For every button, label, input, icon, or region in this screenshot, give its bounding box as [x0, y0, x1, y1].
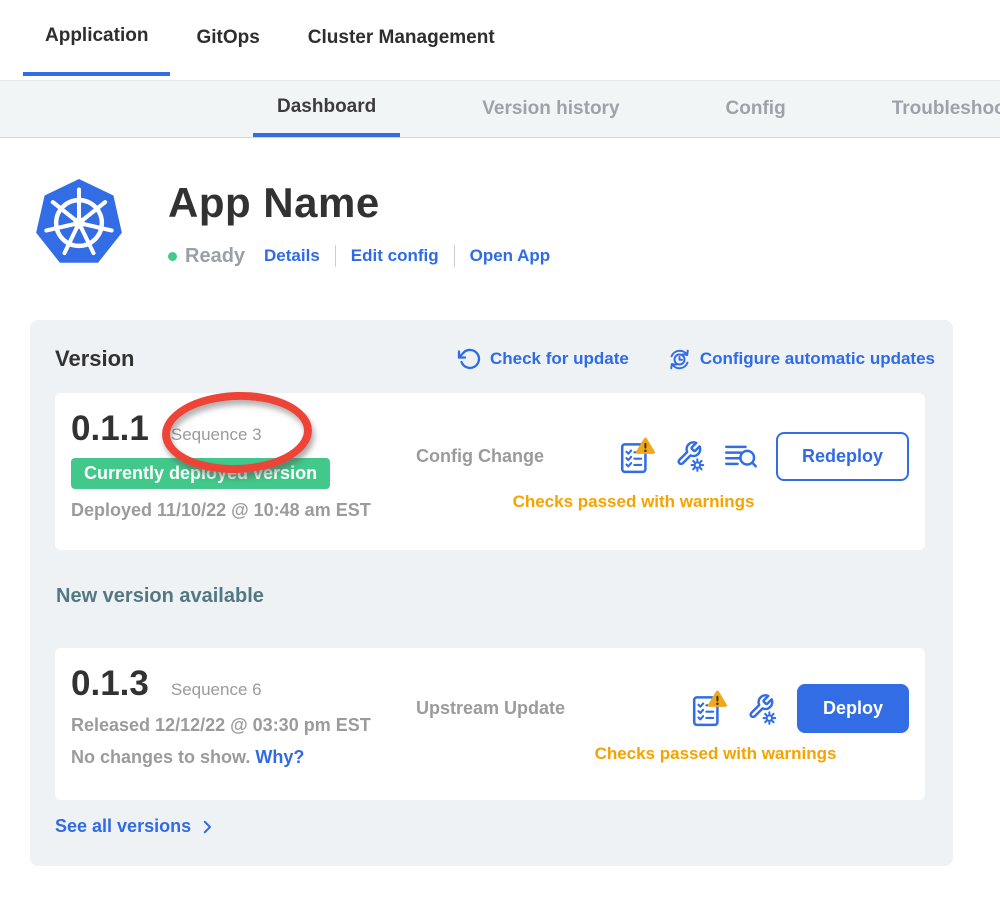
- why-link[interactable]: Why?: [255, 747, 304, 767]
- preflight-checklist-warning-icon[interactable]: [619, 437, 656, 475]
- deploy-button[interactable]: Deploy: [797, 684, 909, 733]
- tab-config[interactable]: Config: [702, 81, 810, 137]
- version-check-icons: [691, 690, 779, 728]
- current-version-info: 0.1.1 Sequence 3 Currently deployed vers…: [71, 409, 416, 534]
- configure-automatic-updates-link[interactable]: Configure automatic updates: [667, 347, 935, 371]
- version-check-icons: [619, 437, 758, 475]
- version-source-label: Upstream Update: [416, 698, 565, 719]
- see-all-versions-link[interactable]: See all versions: [55, 816, 216, 837]
- no-changes-text: No changes to show.: [71, 747, 250, 767]
- current-version-number: 0.1.1: [71, 409, 149, 449]
- version-panel-actions: Check for update Configure automatic upd…: [457, 347, 935, 371]
- list-search-icon[interactable]: [724, 441, 758, 471]
- checks-status-text: Checks passed with warnings: [469, 744, 962, 764]
- version-panel: Version Check for update: [30, 320, 953, 866]
- wrench-gear-icon[interactable]: [673, 439, 707, 473]
- divider: [454, 245, 455, 267]
- preflight-checklist-warning-icon[interactable]: [691, 690, 728, 728]
- check-for-update-link[interactable]: Check for update: [457, 347, 629, 371]
- available-version-number: 0.1.3: [71, 664, 149, 704]
- details-link[interactable]: Details: [264, 246, 320, 266]
- tab-dashboard[interactable]: Dashboard: [253, 81, 400, 137]
- new-version-heading: New version available: [56, 585, 264, 608]
- see-all-versions-label: See all versions: [55, 816, 191, 837]
- current-version-card: 0.1.1 Sequence 3 Currently deployed vers…: [55, 393, 925, 550]
- available-version-card: 0.1.3 Sequence 6 Released 12/12/22 @ 03:…: [55, 648, 925, 800]
- tab-application[interactable]: Application: [23, 0, 170, 76]
- current-version-actions: Config Change: [416, 409, 909, 534]
- open-app-link[interactable]: Open App: [470, 246, 551, 266]
- redeploy-button[interactable]: Redeploy: [776, 432, 909, 481]
- wrench-gear-icon[interactable]: [745, 692, 779, 726]
- check-for-update-label: Check for update: [490, 349, 629, 369]
- edit-config-link[interactable]: Edit config: [351, 246, 439, 266]
- released-timestamp: Released 12/12/22 @ 03:30 pm EST: [71, 715, 416, 736]
- chevron-right-icon: [198, 818, 216, 836]
- available-version-sequence: Sequence 6: [171, 680, 262, 700]
- status-green-dot-icon: [168, 252, 177, 261]
- available-version-actions: Upstream Update: [416, 664, 909, 784]
- tab-troubleshoot[interactable]: Troubleshoot: [868, 81, 1000, 137]
- tab-cluster-management[interactable]: Cluster Management: [286, 0, 517, 76]
- divider: [335, 245, 336, 267]
- version-source-label: Config Change: [416, 446, 544, 467]
- current-version-sequence: Sequence 3: [171, 425, 262, 445]
- available-version-info: 0.1.3 Sequence 6 Released 12/12/22 @ 03:…: [71, 664, 416, 784]
- refresh-icon: [457, 347, 481, 371]
- kubernetes-logo-icon: [35, 177, 123, 269]
- tab-gitops[interactable]: GitOps: [174, 0, 281, 76]
- configure-automatic-updates-label: Configure automatic updates: [700, 349, 935, 369]
- status-label: Ready: [185, 245, 245, 268]
- checks-status-text: Checks passed with warnings: [387, 492, 880, 512]
- app-status-row: Ready Details Edit config Open App: [168, 243, 550, 269]
- primary-nav: Application GitOps Cluster Management: [0, 0, 1000, 80]
- app-sub-nav: Dashboard Version history Config Trouble…: [0, 80, 1000, 138]
- tab-version-history[interactable]: Version history: [458, 81, 643, 137]
- deployed-timestamp: Deployed 11/10/22 @ 10:48 am EST: [71, 500, 416, 521]
- version-panel-title: Version: [55, 346, 134, 372]
- currently-deployed-badge: Currently deployed version: [71, 458, 330, 489]
- page-title: App Name: [168, 179, 380, 227]
- version-panel-header: Version Check for update: [30, 320, 953, 372]
- clock-sync-icon: [667, 347, 691, 371]
